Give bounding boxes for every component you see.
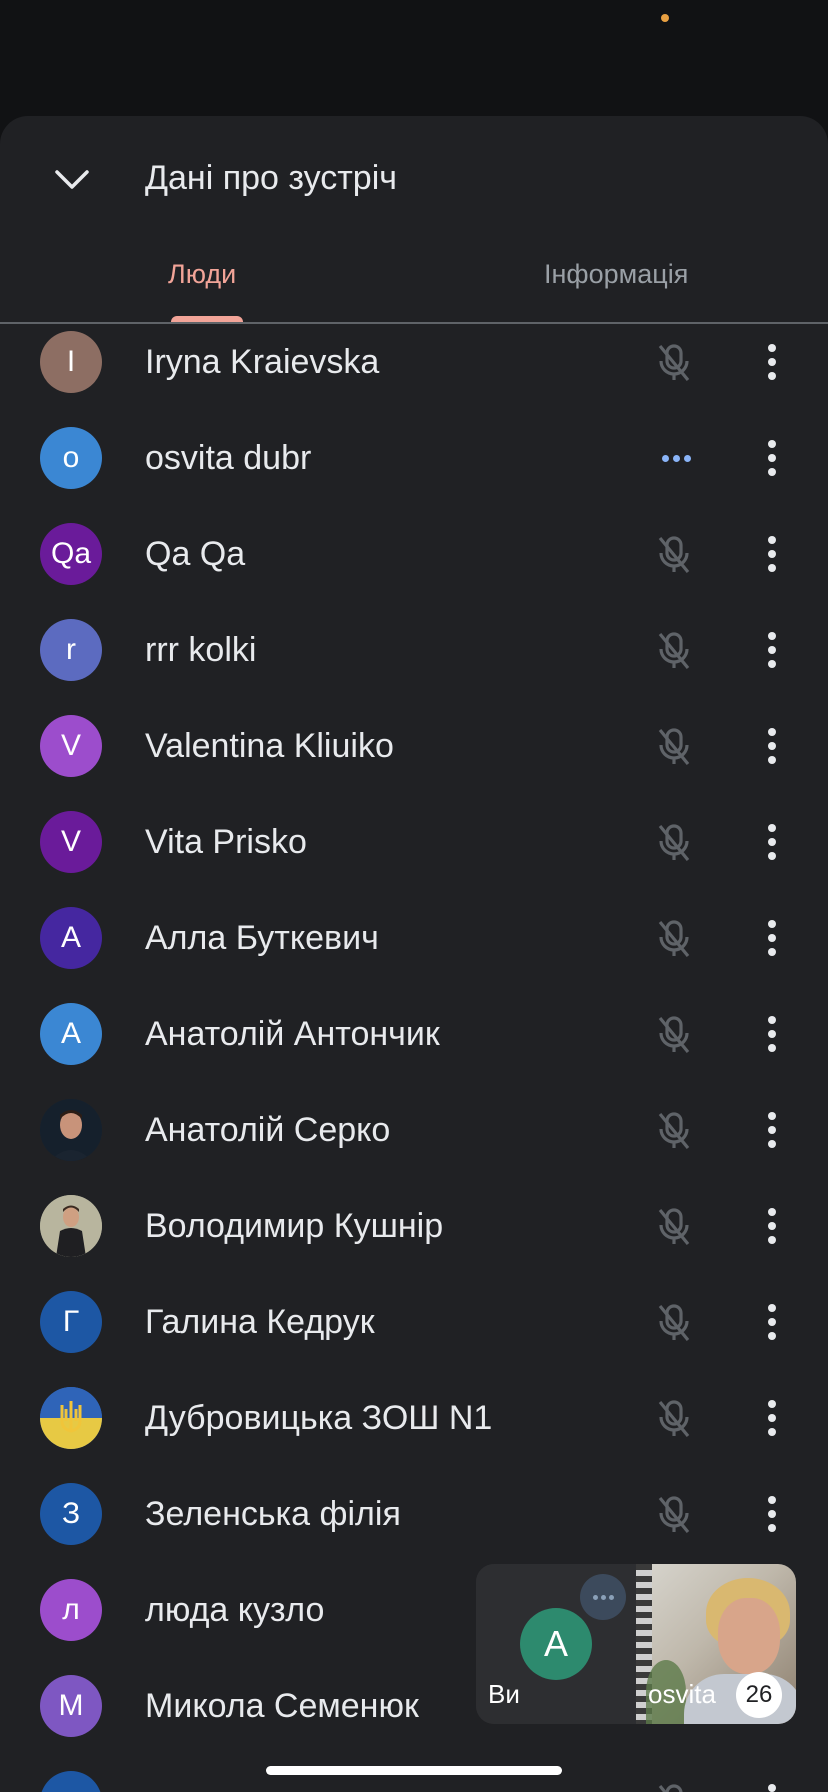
mic-off-icon	[652, 1108, 696, 1152]
avatar	[40, 1195, 102, 1257]
participant-row[interactable]: Г Галина Кедрук	[0, 1274, 828, 1370]
avatar: М	[40, 1675, 102, 1737]
participant-row[interactable]: V Valentina Kliuiko	[0, 698, 828, 794]
participant-name: Vita Prisko	[145, 823, 307, 861]
avatar: л	[40, 1579, 102, 1641]
avatar: З	[40, 1483, 102, 1545]
participant-name: Qa Qa	[145, 535, 246, 573]
sheet-header: Дані про зустріч	[0, 116, 828, 232]
audio-activity-icon	[656, 436, 696, 480]
participant-row[interactable]: З Зеленська філія	[0, 1466, 828, 1562]
participant-row[interactable]: Анатолій Серко	[0, 1082, 828, 1178]
participant-name: Алла Буткевич	[145, 919, 379, 957]
participant-row[interactable]: Qa Qa Qa	[0, 506, 828, 602]
more-vert-icon[interactable]	[748, 818, 796, 866]
participant-name: rrr kolki	[145, 631, 257, 669]
participant-name: люда кузло	[145, 1591, 325, 1629]
avatar	[40, 1387, 102, 1449]
mic-off-icon	[652, 340, 696, 384]
participant-row[interactable]: r rrr kolki	[0, 602, 828, 698]
participant-name: Анатолій Антончик	[145, 1015, 440, 1053]
avatar: I	[40, 331, 102, 393]
participant-name: Анатолій Серко	[145, 1111, 391, 1149]
avatar: Qa	[40, 523, 102, 585]
avatar: V	[40, 811, 102, 873]
avatar: Г	[40, 1291, 102, 1353]
participant-name: Зеленська філія	[145, 1495, 401, 1533]
chevron-down-icon	[55, 170, 89, 189]
more-vert-icon[interactable]	[748, 530, 796, 578]
avatar: А	[40, 1003, 102, 1065]
more-vert-icon[interactable]	[748, 914, 796, 962]
participant-name: Valentina Kliuiko	[145, 727, 394, 765]
avatar	[40, 1099, 102, 1161]
more-vert-icon[interactable]	[748, 434, 796, 482]
participant-row[interactable]: Володимир Кушнір	[0, 1178, 828, 1274]
avatar: А	[40, 907, 102, 969]
participant-name: Iryna Kraievska	[145, 343, 380, 381]
self-audio-icon	[580, 1574, 626, 1620]
more-vert-icon[interactable]	[748, 1778, 796, 1792]
avatar: r	[40, 619, 102, 681]
home-indicator[interactable]	[266, 1766, 562, 1775]
remote-video-person-face	[718, 1598, 780, 1674]
more-vert-icon[interactable]	[748, 1202, 796, 1250]
tab-info[interactable]: Інформація	[544, 254, 688, 294]
mic-off-icon	[652, 628, 696, 672]
participant-name: Микола Семенюк	[145, 1687, 419, 1725]
mic-off-icon	[652, 1300, 696, 1344]
more-vert-icon[interactable]	[748, 1106, 796, 1154]
participant-row[interactable]: I Iryna Kraievska	[0, 324, 828, 410]
mic-off-icon	[652, 1204, 696, 1248]
mic-off-icon	[652, 916, 696, 960]
avatar: V	[40, 715, 102, 777]
more-vert-icon[interactable]	[748, 1298, 796, 1346]
collapse-button[interactable]	[44, 152, 100, 208]
self-label: Ви	[488, 1679, 520, 1709]
participant-name: Дубровицька ЗОШ N1	[145, 1399, 493, 1437]
mic-off-icon	[652, 724, 696, 768]
self-avatar: А	[520, 1608, 592, 1680]
tab-people[interactable]: Люди	[168, 254, 236, 294]
more-vert-icon[interactable]	[748, 1010, 796, 1058]
more-vert-icon[interactable]	[748, 1394, 796, 1442]
participant-row[interactable]: А Анатолій Антончик	[0, 986, 828, 1082]
more-vert-icon[interactable]	[748, 1490, 796, 1538]
participant-row[interactable]: o osvita dubr	[0, 410, 828, 506]
avatar	[40, 1771, 102, 1792]
more-vert-icon[interactable]	[748, 338, 796, 386]
mic-off-icon	[652, 1780, 696, 1792]
participant-name: Галина Кедрук	[145, 1303, 375, 1341]
meeting-details-sheet: Дані про зустріч Люди Інформація I Iryna …	[0, 116, 828, 1792]
participant-count-badge: 26	[736, 1672, 782, 1718]
avatar: o	[40, 427, 102, 489]
remote-tile[interactable]: osvita 26	[636, 1564, 796, 1724]
participant-row[interactable]: А Алла Буткевич	[0, 890, 828, 986]
mic-off-icon	[652, 532, 696, 576]
mic-off-icon	[652, 1396, 696, 1440]
participant-row[interactable]: V Vita Prisko	[0, 794, 828, 890]
picture-in-picture[interactable]: А Ви osvita 26	[476, 1564, 796, 1724]
mic-off-icon	[652, 1492, 696, 1536]
mic-off-icon	[652, 1012, 696, 1056]
participant-name: osvita dubr	[145, 439, 312, 477]
mic-off-icon	[652, 820, 696, 864]
more-vert-icon[interactable]	[748, 626, 796, 674]
sheet-title: Дані про зустріч	[145, 159, 397, 197]
more-vert-icon[interactable]	[748, 722, 796, 770]
participant-row[interactable]: Дубровицька ЗОШ N1	[0, 1370, 828, 1466]
recording-indicator	[661, 14, 669, 22]
participant-name: Володимир Кушнір	[145, 1207, 444, 1245]
remote-label: osvita	[648, 1679, 716, 1709]
self-tile[interactable]: А Ви	[476, 1564, 636, 1724]
